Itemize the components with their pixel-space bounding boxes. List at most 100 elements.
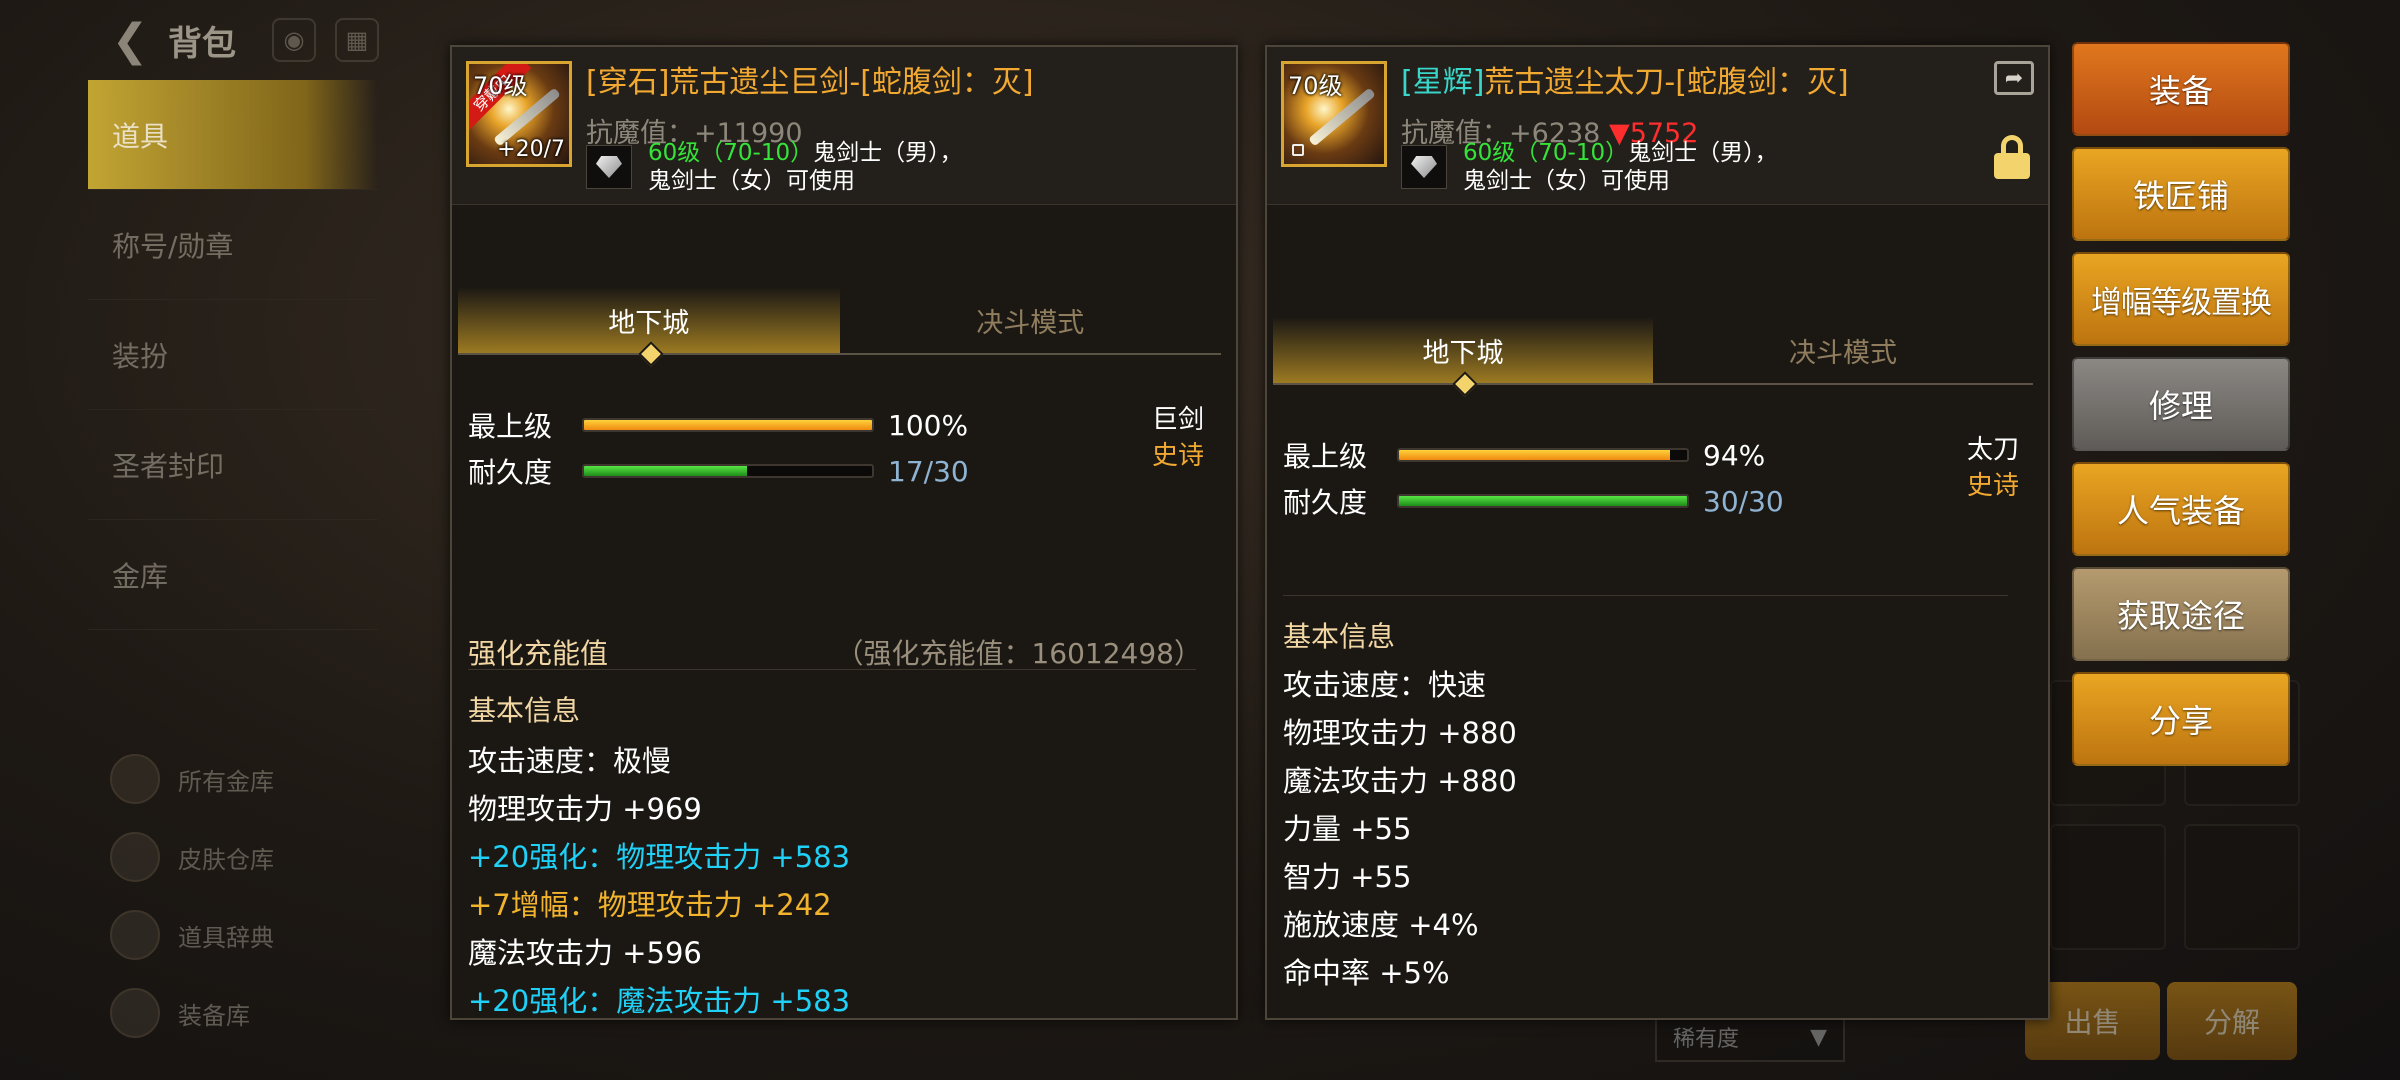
grade-row: 最上级 94% [1283, 432, 2033, 478]
skin-icon [110, 832, 160, 882]
grade-bar-fill [1399, 450, 1670, 460]
required-class: 鬼剑士（男）， [813, 140, 963, 166]
required-class-2: 鬼剑士（女）可使用 [1463, 168, 1670, 194]
vault-icon [110, 754, 160, 804]
basic-info-line: +20强化：物理攻击力 +583 [468, 840, 851, 874]
tab-dungeon[interactable]: 地下城 [1273, 317, 1653, 385]
durability-label: 耐久度 [1283, 486, 1368, 519]
sub-item-label: 装备库 [178, 1001, 250, 1030]
sub-item-skin-storage[interactable]: 皮肤仓库 [110, 832, 370, 882]
decompose-button[interactable]: 分解 [2167, 982, 2297, 1060]
divider [1283, 595, 2008, 596]
inventory-slot[interactable] [2184, 824, 2300, 950]
basic-info-line: +7增幅：物理攻击力 +242 [468, 888, 832, 922]
inventory-slot[interactable] [2050, 824, 2166, 950]
grade-durability-block: 最上级 100% 耐久度 17/30 巨剑 史诗 [468, 402, 1218, 494]
sub-item-item-dictionary[interactable]: 道具辞典 [110, 910, 370, 960]
grade-bar-fill [584, 420, 872, 430]
lock-icon[interactable] [1994, 135, 2030, 179]
durability-value: 17/30 [888, 454, 969, 488]
grade-durability-block: 最上级 94% 耐久度 30/30 太刀 史诗 [1283, 432, 2033, 524]
equip-requirement: 60级（70-10）鬼剑士（男）， 鬼剑士（女）可使用 [1463, 139, 1778, 195]
share-button[interactable]: 分享 [2072, 672, 2290, 766]
enhance-level-tag: +20/7 [497, 137, 565, 162]
durability-row: 耐久度 17/30 [468, 448, 1218, 494]
basic-info-line: 施放速度 +4% [1283, 908, 1479, 942]
sub-item-label: 道具辞典 [178, 923, 274, 952]
tooltip-header: 穿戴中 70级 +20/7 [穿石]荒古遗尘巨剑-[蛇腹剑：灭] 抗魔值：+11… [452, 47, 1236, 205]
basic-info-line: 智力 +55 [1283, 860, 1412, 894]
side-item-titles[interactable]: 称号/勋章 [88, 190, 378, 300]
greatsword-item-icon: 穿戴中 70级 +20/7 [466, 61, 572, 167]
item-name-main: 荒古遗尘太刀-[蛇腹剑：灭] [1484, 65, 1849, 100]
item-name: [星辉]荒古遗尘太刀-[蛇腹剑：灭] [1401, 57, 1849, 101]
durability-label: 耐久度 [468, 456, 553, 489]
item-name: [穿石]荒古遗尘巨剑-[蛇腹剑：灭] [586, 65, 1034, 100]
tab-pvp[interactable]: 决斗模式 [839, 287, 1221, 355]
durability-bar-fill [584, 466, 748, 476]
bag-title: 背包 [168, 24, 236, 64]
acquire-source-button[interactable]: 获取途径 [2072, 567, 2290, 661]
popular-equipment-button[interactable]: 人气装备 [2072, 462, 2290, 556]
basic-info-list: 攻击速度：极慢 物理攻击力 +969 +20强化：物理攻击力 +583 +7增幅：物… [468, 737, 1208, 1018]
grade-label: 最上级 [1283, 440, 1368, 473]
basic-info-line: 魔法攻击力 +596 [468, 936, 702, 970]
blacksmith-button[interactable]: 铁匠铺 [2072, 147, 2290, 241]
side-item-seal[interactable]: 圣者封印 [88, 410, 378, 520]
chevron-down-icon: ▼ [1810, 1024, 1827, 1050]
durability-value: 30/30 [1703, 484, 1784, 518]
basic-info-line: 魔法攻击力 +880 [1283, 764, 1517, 798]
sub-item-equipment-storage[interactable]: 装备库 [110, 988, 370, 1038]
eye-icon[interactable]: ◉ [272, 18, 316, 62]
filter-icon[interactable]: ▦ [335, 18, 379, 62]
grade-row: 最上级 100% [468, 402, 1218, 448]
basic-info-title: 基本信息 [468, 694, 581, 727]
rarity-filter-label: 稀有度 [1673, 1027, 1740, 1052]
tab-dungeon[interactable]: 地下城 [458, 287, 840, 355]
sub-item-all-vault[interactable]: 所有金库 [110, 754, 370, 804]
equip-button[interactable]: 装备 [2072, 42, 2290, 136]
compared-item-tooltip: 70级 [星辉]荒古遗尘太刀-[蛇腹剑：灭] 抗魔值：+6238 ▼5752 6… [1265, 45, 2050, 1020]
bound-lock-icon [1292, 144, 1304, 156]
amplify-swap-button[interactable]: 增幅等级置换 [2072, 252, 2290, 346]
equipped-item-tooltip: 穿戴中 70级 +20/7 [穿石]荒古遗尘巨剑-[蛇腹剑：灭] 抗魔值：+11… [450, 45, 1238, 1020]
required-class: 鬼剑士（男）， [1628, 140, 1778, 166]
armor-icon [110, 988, 160, 1038]
basic-info-line: +20强化：魔法攻击力 +583 [468, 984, 851, 1018]
grade-value: 94% [1703, 438, 1766, 472]
durability-bar [582, 464, 874, 478]
side-item-avatar[interactable]: 装扮 [88, 300, 378, 410]
basic-info-line: 物理攻击力 +969 [468, 792, 702, 826]
tooltip-header: 70级 [星辉]荒古遗尘太刀-[蛇腹剑：灭] 抗魔值：+6238 ▼5752 6… [1267, 47, 2048, 205]
divider [468, 669, 1196, 670]
required-level: 60级（70-10） [1463, 140, 1629, 166]
dictionary-icon [110, 910, 160, 960]
basic-info-line: 力量 +55 [1283, 812, 1412, 846]
basic-info-list: 攻击速度：快速 物理攻击力 +880 魔法攻击力 +880 力量 +55 智力 +55 施… [1283, 661, 2023, 997]
grade-value: 100% [888, 408, 969, 442]
sub-item-label: 所有金库 [178, 767, 274, 796]
weapon-rarity: 史诗 [1151, 441, 1204, 471]
basic-info-line: 命中率 +5% [1283, 956, 1450, 990]
mode-tabs: 地下城 决斗模式 [458, 287, 1221, 355]
item-level-tag: 70级 [1288, 72, 1343, 100]
repair-button[interactable]: 修理 [2072, 357, 2290, 451]
grade-label: 最上级 [468, 410, 553, 443]
side-item-vault[interactable]: 金库 [88, 520, 378, 630]
share-icon[interactable]: ➦ [1994, 61, 2034, 95]
weapon-type: 太刀 [1966, 435, 2019, 465]
mode-tabs: 地下城 决斗模式 [1273, 317, 2033, 385]
diamond-icon [1401, 145, 1447, 189]
basic-info-line: 攻击速度：极慢 [468, 744, 672, 778]
back-arrow-icon[interactable]: ❮ [100, 12, 160, 68]
katana-item-icon: 70级 [1281, 61, 1387, 167]
durability-row: 耐久度 30/30 [1283, 478, 2033, 524]
weapon-type-block: 太刀 史诗 [1967, 432, 2019, 504]
tab-pvp[interactable]: 决斗模式 [1653, 317, 2033, 385]
charge-label: 强化充能值 [468, 637, 609, 670]
grade-bar [1397, 448, 1689, 462]
side-item-items[interactable]: 道具 [88, 80, 378, 190]
weapon-rarity: 史诗 [1966, 471, 2019, 501]
basic-info-title: 基本信息 [1283, 620, 1396, 653]
required-class-2: 鬼剑士（女）可使用 [648, 168, 855, 194]
